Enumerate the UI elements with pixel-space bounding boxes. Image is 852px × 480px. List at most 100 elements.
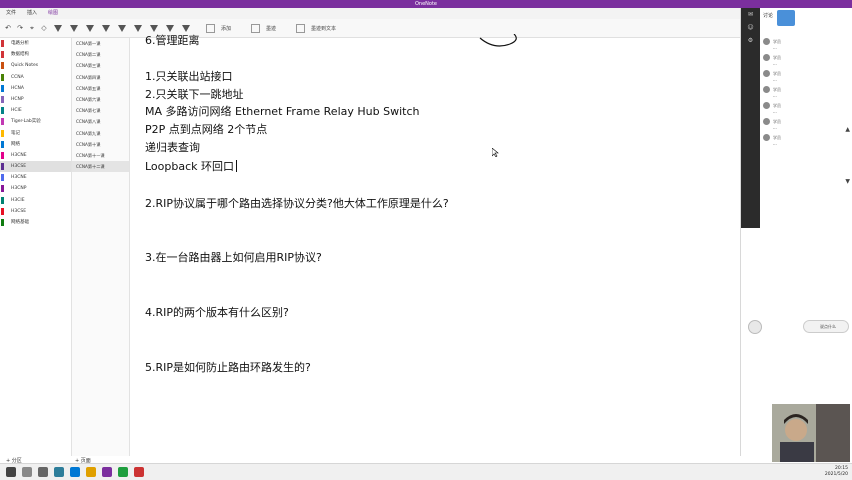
ink-label[interactable]: 墨迹 xyxy=(266,25,276,32)
section-item[interactable]: HCNP xyxy=(0,94,71,105)
section-label: H3CNE xyxy=(11,175,27,181)
pen-icon[interactable] xyxy=(54,24,62,32)
section-item[interactable]: 网络基础 xyxy=(0,217,71,228)
section-item[interactable]: H3CNP xyxy=(0,183,71,194)
section-color-tab xyxy=(1,207,4,215)
mic-button[interactable] xyxy=(748,320,762,334)
page-item[interactable]: CCNA第十课 xyxy=(72,139,129,150)
lasso-icon[interactable]: ⌖ xyxy=(28,24,36,32)
ink-to-text-label[interactable]: 墨迹到文本 xyxy=(311,25,336,32)
pen-icon[interactable] xyxy=(166,24,174,32)
section-color-tab xyxy=(1,107,4,115)
section-item[interactable]: H3CIE xyxy=(0,195,71,206)
pen-icon[interactable] xyxy=(118,24,126,32)
browser-icon[interactable] xyxy=(70,467,80,477)
note-heading: 6.管理距离 xyxy=(145,34,200,47)
page-item[interactable]: CCNA第十二课 xyxy=(72,161,129,173)
page-item[interactable]: CCNA第五课 xyxy=(72,83,129,94)
section-item[interactable]: CCNA xyxy=(0,72,71,83)
app-icon[interactable] xyxy=(54,467,64,477)
page-item[interactable]: CCNA第九课 xyxy=(72,128,129,139)
pages-list: CCNA第一课 CCNA第二课 CCNA第三课 CCNA第四课 CCNA第五课 CCNA第… xyxy=(72,38,130,456)
page-item[interactable]: CCNA第六课 xyxy=(72,94,129,105)
people-icon[interactable]: ☺ xyxy=(741,21,760,34)
section-item[interactable]: H3CSE xyxy=(0,206,71,217)
chat-input[interactable]: 说点什么 xyxy=(803,320,849,333)
redo-icon[interactable]: ↷ xyxy=(16,24,24,32)
mouse-cursor-icon xyxy=(492,148,499,157)
pen-icon[interactable] xyxy=(102,24,110,32)
pen-icon[interactable] xyxy=(70,24,78,32)
page-item[interactable]: CCNA第十一课 xyxy=(72,150,129,161)
section-item[interactable]: H3CNE xyxy=(0,150,71,161)
add-pen-label[interactable]: 添加 xyxy=(221,25,231,32)
chat-message: 学员... xyxy=(763,86,851,98)
pen-icon[interactable] xyxy=(86,24,94,32)
page-item[interactable]: CCNA第四课 xyxy=(72,72,129,83)
ink-to-text-icon[interactable] xyxy=(296,23,306,33)
sender-name: 学员 xyxy=(773,86,781,92)
clock-date: 2021/5/20 xyxy=(824,472,848,477)
section-item[interactable]: Quick Notes xyxy=(0,60,71,71)
chat-icon[interactable]: ✉ xyxy=(741,8,760,21)
scroll-down-icon[interactable]: ▼ xyxy=(845,178,850,185)
section-item[interactable]: HCNA xyxy=(0,83,71,94)
section-color-tab xyxy=(1,129,4,137)
note-line-text: Loopback 环回口 xyxy=(145,160,235,173)
section-item[interactable]: H3CNE xyxy=(0,172,71,183)
message-text: ... xyxy=(773,125,777,130)
section-color-tab xyxy=(1,163,4,171)
section-item[interactable]: 笔记 xyxy=(0,128,71,139)
onenote-window: OneNote 文件 插入 绘图 ↶ ↷ ⌖ ◇ 添加 墨迹 墨迹到文本 搜索 … xyxy=(0,0,852,480)
start-icon[interactable] xyxy=(6,467,16,477)
note-question: 3.在一台路由器上如何启用RIP协议? xyxy=(145,251,322,264)
ink-sketch xyxy=(479,34,517,47)
section-label: 网络 xyxy=(11,141,20,147)
eraser-icon[interactable]: ◇ xyxy=(40,24,48,32)
section-color-tab xyxy=(1,40,4,47)
section-label: Tiger-Lab实验 xyxy=(11,119,41,125)
pen-icon[interactable] xyxy=(182,24,190,32)
scroll-up-icon[interactable]: ▲ xyxy=(845,126,850,133)
app-icon[interactable] xyxy=(134,467,144,477)
avatar xyxy=(763,38,770,45)
avatar xyxy=(763,54,770,61)
webcam-video xyxy=(772,404,850,462)
page-item[interactable]: CCNA第七课 xyxy=(72,105,129,116)
page-item[interactable]: CCNA第八课 xyxy=(72,116,129,127)
tab-insert[interactable]: 插入 xyxy=(27,8,37,19)
section-item[interactable]: H3CSE xyxy=(0,161,71,173)
pen-icon[interactable] xyxy=(134,24,142,32)
chat-sender: 学员 xyxy=(763,102,851,109)
chat-message: 学员... xyxy=(763,54,851,66)
chat-message: 学员... xyxy=(763,70,851,82)
section-item[interactable]: 电路分析 xyxy=(0,38,71,49)
undo-icon[interactable]: ↶ xyxy=(4,24,12,32)
add-pen-icon[interactable] xyxy=(206,23,215,33)
folder-icon[interactable] xyxy=(86,467,96,477)
sections-list: 电路分析 数据结构 Quick Notes CCNA HCNA HCNP HCIE Tiger… xyxy=(0,38,72,456)
note-canvas[interactable]: 6.管理距离 1.只关联出站接口 2.只关联下一跳地址 MA 多路访问网络 Et… xyxy=(131,34,740,456)
pen-icon[interactable] xyxy=(150,24,158,32)
chat-title: 讨论 xyxy=(763,13,774,19)
section-item[interactable]: 数据结构 xyxy=(0,49,71,60)
settings-icon[interactable]: ⚙ xyxy=(741,34,760,47)
page-item[interactable]: CCNA第三课 xyxy=(72,60,129,71)
onenote-icon[interactable] xyxy=(102,467,112,477)
section-item[interactable]: Tiger-Lab实验 xyxy=(0,116,71,127)
search-icon[interactable] xyxy=(22,467,32,477)
taskbar: 20:15 2021/5/20 xyxy=(0,463,852,480)
section-item[interactable]: HCIE xyxy=(0,105,71,116)
page-item[interactable]: CCNA第二课 xyxy=(72,49,129,60)
tab-file[interactable]: 文件 xyxy=(6,8,16,19)
message-text: ... xyxy=(773,93,777,98)
tab-draw[interactable]: 绘图 xyxy=(48,8,59,20)
taskview-icon[interactable] xyxy=(38,467,48,477)
section-item[interactable]: 网络 xyxy=(0,139,71,150)
clock[interactable]: 20:15 2021/5/20 xyxy=(825,466,848,478)
ink-icon[interactable] xyxy=(251,23,261,33)
note-question: 2.RIP协议属于哪个路由选择协议分类?他大体工作原理是什么? xyxy=(145,197,449,210)
chat-sender: 学员 xyxy=(763,118,851,125)
page-item[interactable]: CCNA第一课 xyxy=(72,38,129,49)
wechat-icon[interactable] xyxy=(118,467,128,477)
